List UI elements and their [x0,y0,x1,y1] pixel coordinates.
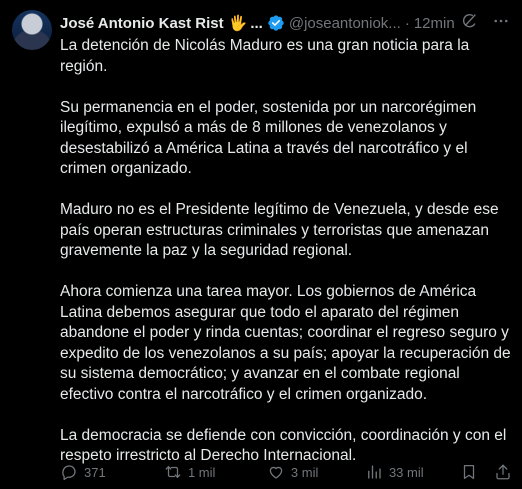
reply-button[interactable]: 371 [60,463,164,481]
reply-icon [62,465,76,481]
avatar[interactable] [12,10,52,50]
views-icon [368,465,381,479]
tweet-header: José Antonio Kast Rist 🖐 ... @joseantoni… [60,12,510,34]
tweet-paragraph: Su permanencia en el poder, sostenida po… [60,98,477,178]
retweet-count: 1 mil [187,464,216,480]
tweet-paragraph: Maduro no es el Presidente legítimo de V… [60,201,499,259]
views-count: 33 mil [388,464,424,480]
separator-dot: · [404,14,410,32]
action-bar: 371 1 mil 3 mil 33 mil [60,462,512,482]
header-actions [460,12,510,30]
name-ellipsis: ... [250,14,263,32]
views-button[interactable]: 33 mil [365,463,460,481]
tweet[interactable]: José Antonio Kast Rist 🖐 ... @joseantoni… [0,0,522,489]
like-count: 3 mil [290,464,319,480]
tweet-text: La detención de Nicolás Maduro es una gr… [60,36,512,487]
retweet-icon [165,466,181,478]
hand-emoji: 🖐 [228,14,248,32]
share-icon[interactable] [494,463,512,481]
retweet-button[interactable]: 1 mil [164,463,267,481]
author-handle[interactable]: @joseantoniok... [289,15,401,32]
author-name[interactable]: José Antonio Kast Rist [60,15,224,32]
like-icon [269,466,283,479]
verified-badge-icon [267,14,285,32]
tweet-paragraph: La detención de Nicolás Maduro es una gr… [60,37,470,75]
tweet-paragraph: La democracia se defiende con convicción… [60,426,507,465]
more-icon[interactable] [492,12,510,30]
secondary-actions [460,463,512,481]
like-button[interactable]: 3 mil [267,463,365,481]
timestamp[interactable]: 12min [414,15,455,32]
grok-icon[interactable] [460,12,478,30]
reply-count: 371 [84,464,106,480]
bookmark-icon[interactable] [460,463,478,481]
tweet-paragraph: Ahora comienza una tarea mayor. Los gobi… [60,283,511,403]
